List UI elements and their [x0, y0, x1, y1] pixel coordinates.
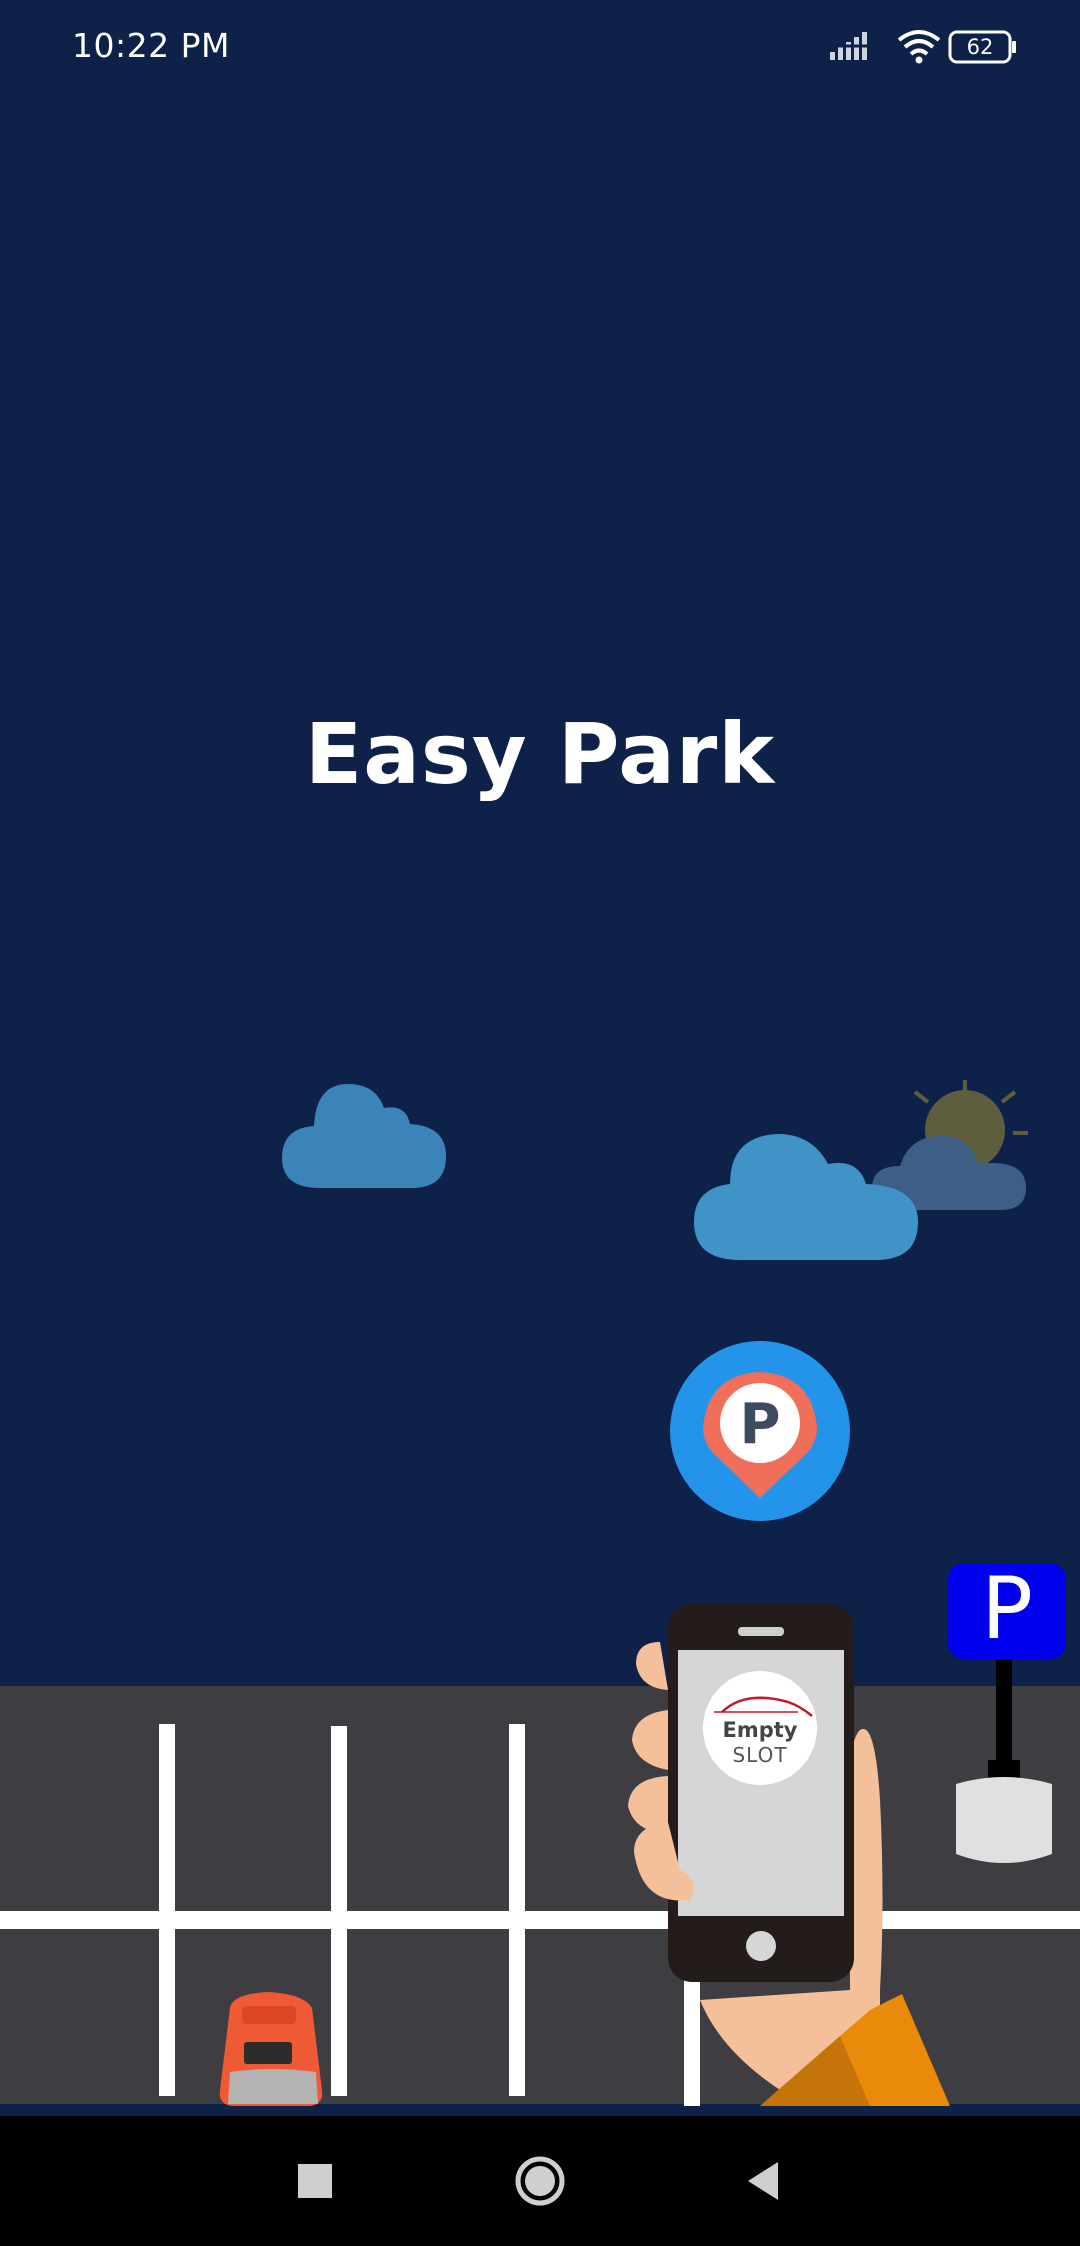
recents-square-icon[interactable]: [280, 2146, 350, 2216]
splash-screen: 10:22 PM 62 Easy Park P Empty SLOT P: [0, 0, 1080, 2246]
slot-label: SLOT: [732, 1743, 788, 1767]
navigation-bar: [0, 2116, 1080, 2246]
home-circle-icon[interactable]: [505, 2146, 575, 2216]
back-triangle-icon[interactable]: [730, 2146, 800, 2216]
pin-letter: P: [739, 1392, 781, 1457]
parking-sign-letter: P: [981, 1559, 1033, 1659]
empty-slot-label: Empty: [722, 1718, 798, 1742]
parking-illustration: [0, 1080, 1080, 2116]
car-icon: [219, 1992, 323, 2106]
cloud-icon: [694, 1134, 918, 1260]
cloud-icon: [282, 1084, 446, 1188]
